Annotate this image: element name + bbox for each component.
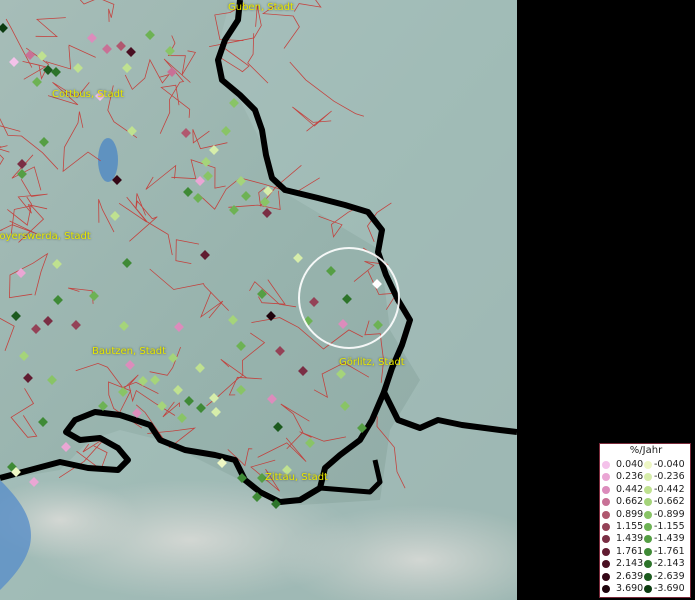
legend: %/Jahr 0.040 -0.040 0.236 -0.236 0.442 -0.442… — [599, 443, 691, 598]
legend-swatch — [644, 560, 652, 569]
legend-value: -2.143 — [654, 558, 685, 570]
legend-swatch — [644, 510, 652, 519]
legend-value: -1.761 — [654, 545, 685, 557]
legend-swatch — [602, 510, 610, 519]
legend-swatch — [602, 461, 610, 469]
legend-value: 0.662 — [616, 496, 644, 508]
legend-swatch — [602, 485, 610, 494]
legend-value: 3.690 — [616, 583, 644, 594]
legend-value: 0.040 — [616, 459, 644, 470]
legend-swatch — [644, 523, 652, 531]
legend-value: -3.690 — [654, 583, 685, 594]
legend-value: -0.040 — [654, 459, 685, 470]
legend-swatch — [644, 485, 652, 494]
legend-value: 0.899 — [616, 508, 644, 520]
legend-title: %/Jahr — [629, 445, 663, 456]
legend-swatch — [644, 572, 652, 581]
legend-swatch — [602, 523, 610, 531]
legend-swatch — [602, 560, 610, 569]
legend-swatch — [602, 473, 610, 482]
legend-swatch — [644, 547, 652, 556]
legend-swatch — [602, 498, 610, 507]
legend-swatch — [644, 535, 652, 544]
legend-swatch — [644, 473, 652, 482]
legend-value: 1.439 — [616, 533, 644, 545]
city-label-goerlitz: Görlitz, Stadt — [339, 357, 405, 368]
legend-swatch — [602, 535, 610, 544]
legend-value: -0.899 — [654, 508, 685, 520]
legend-value: -0.442 — [654, 483, 685, 495]
legend-value: -0.662 — [654, 496, 685, 508]
legend-value: -0.236 — [654, 471, 685, 483]
city-label-hoyerswerda: Hoyerswerda, Stadt — [0, 231, 91, 242]
legend-swatch — [602, 572, 610, 581]
legend-value: 0.442 — [616, 483, 644, 495]
legend-value: 2.639 — [616, 570, 644, 582]
legend-value: 1.155 — [616, 521, 644, 532]
legend-value: 1.761 — [616, 545, 644, 557]
city-label-bautzen: Bautzen, Stadt — [92, 346, 167, 357]
city-label-zittau: Zittau, Stadt — [265, 472, 328, 483]
legend-value: 2.143 — [616, 558, 644, 570]
legend-swatch — [602, 585, 610, 593]
legend-value: -1.439 — [654, 533, 685, 545]
legend-swatch — [644, 498, 652, 507]
city-label-guben: Guben, Stadt — [228, 2, 294, 13]
legend-value: -1.155 — [654, 521, 685, 532]
legend-value: -2.639 — [654, 570, 685, 582]
city-label-cottbus: Cottbus, Stadt — [52, 89, 124, 100]
legend-swatch — [644, 585, 652, 593]
lake — [98, 138, 118, 182]
legend-swatch — [602, 547, 610, 556]
legend-swatch — [644, 461, 652, 469]
legend-value: 0.236 — [616, 471, 644, 483]
